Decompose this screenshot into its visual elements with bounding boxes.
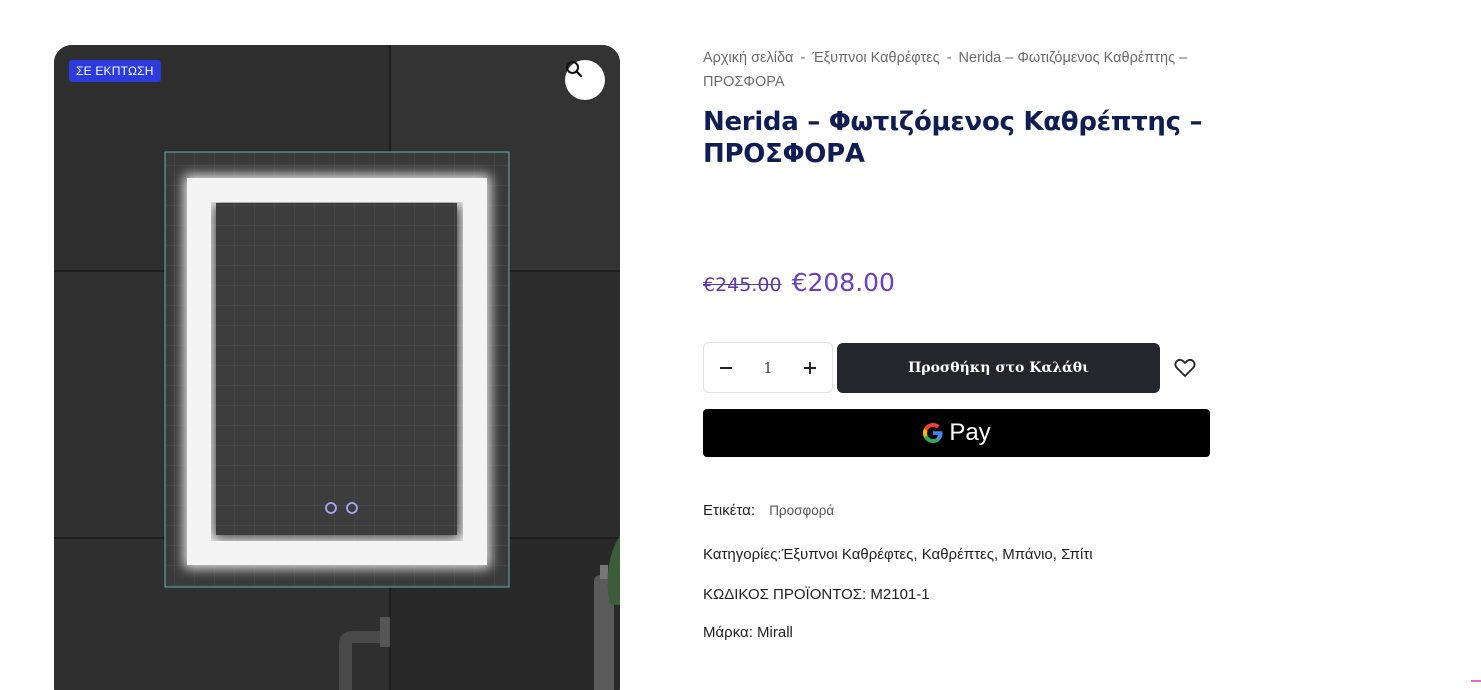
product-summary: Αρχική σελίδα - Έξυπνοι Καθρέφτες - Nerida –… xyxy=(703,46,1213,641)
google-pay-button[interactable]: Pay xyxy=(703,409,1210,457)
minus-icon xyxy=(720,366,732,369)
brand-label: Μάρκα: xyxy=(703,624,753,641)
breadcrumb: Αρχική σελίδα - Έξυπνοι Καθρέφτες - Nerida –… xyxy=(703,46,1213,94)
quantity-decrease-button[interactable] xyxy=(716,358,736,378)
plus-icon xyxy=(804,361,816,374)
breadcrumb-home[interactable]: Αρχική σελίδα xyxy=(703,50,793,66)
add-to-cart-form: Προσθήκη στο Καλάθι xyxy=(703,342,1196,393)
product-categories: Κατηγορίες:Έξυπνοι Καθρέφτες, Καθρέπτες,… xyxy=(703,546,1093,563)
edge-marker xyxy=(1471,680,1481,682)
brand-link[interactable]: Mirall xyxy=(757,624,793,641)
breadcrumb-category[interactable]: Έξυπνοι Καθρέφτες xyxy=(812,50,939,66)
sku-value: M2101-1 xyxy=(870,586,930,603)
product-sku: ΚΩΔΙΚΟΣ ΠΡΟΪΟΝΤΟΣ: M2101-1 xyxy=(703,586,930,603)
google-g-icon xyxy=(923,423,943,443)
price-new: €208.00 xyxy=(791,268,895,297)
sale-badge: ΣΕ ΕΚΠΤΩΣΗ xyxy=(69,60,161,82)
product-brand: Μάρκα: Mirall xyxy=(703,624,793,641)
category-link[interactable]: Καθρέπτες xyxy=(922,546,994,563)
breadcrumb-separator: - xyxy=(800,50,806,66)
price-old: €245.00 xyxy=(703,274,782,296)
zoom-button[interactable] xyxy=(565,60,605,100)
category-link[interactable]: Μπάνιο xyxy=(1002,546,1052,563)
quantity-stepper xyxy=(703,342,833,393)
quantity-increase-button[interactable] xyxy=(800,358,820,378)
add-to-cart-button[interactable]: Προσθήκη στο Καλάθι xyxy=(837,342,1160,393)
google-pay-label: Pay xyxy=(949,419,991,446)
tag-link[interactable]: Προσφορά xyxy=(769,503,834,518)
breadcrumb-separator: - xyxy=(946,50,952,66)
category-link[interactable]: Σπίτι xyxy=(1061,546,1093,563)
heart-icon[interactable] xyxy=(1174,357,1196,379)
product-tags: Ετικέτα: Προσφορά xyxy=(703,502,834,519)
product-page: ΣΕ ΕΚΠΤΩΣΗ Αρχική σελίδα - Έξυπνοι Καθρέφτ… xyxy=(0,0,1481,690)
product-title: Nerida – Φωτιζόμενος Καθρέπτης – ΠΡΟΣΦΟΡ… xyxy=(703,107,1203,169)
quantity-input[interactable] xyxy=(748,358,788,377)
category-link[interactable]: Έξυπνοι Καθρέφτες xyxy=(782,546,914,563)
categories-label: Κατηγορίες: xyxy=(703,546,782,563)
tags-label: Ετικέτα: xyxy=(703,502,756,519)
product-gallery[interactable]: ΣΕ ΕΚΠΤΩΣΗ xyxy=(54,45,620,690)
product-image xyxy=(54,45,620,690)
price: €245.00 €208.00 xyxy=(703,268,895,297)
sku-label: ΚΩΔΙΚΟΣ ΠΡΟΪΟΝΤΟΣ: xyxy=(703,586,867,603)
